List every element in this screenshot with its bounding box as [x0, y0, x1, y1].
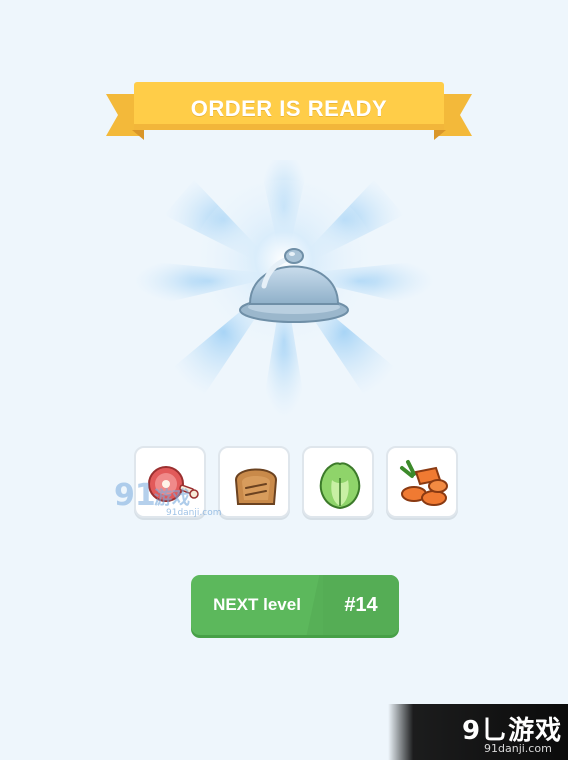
order-ready-banner: ORDER IS READY [104, 80, 474, 144]
watermark-number: 91 [114, 478, 156, 513]
ingredient-tile-bread [218, 446, 290, 518]
lettuce-icon [319, 462, 361, 510]
watermark-overlay: 91 游戏 91danji.com [114, 478, 224, 524]
corner-watermark: 9乚游戏 91danji.com [388, 704, 568, 760]
cloche-icon [239, 248, 349, 323]
watermark-text: 游戏 [154, 488, 190, 509]
bread-icon [234, 468, 278, 505]
level-number: #14 [323, 575, 399, 635]
carrot-icon [400, 460, 448, 506]
ingredient-tile-carrot [386, 446, 458, 518]
banner-title: ORDER IS READY [190, 96, 388, 121]
game-screen: ORDER IS READY 91 游戏 91danji.com #14 NEX… [0, 0, 568, 760]
next-level-label: NEXT level [213, 595, 301, 614]
watermark-url: 91danji.com [166, 508, 222, 518]
ingredient-tile-lettuce [302, 446, 374, 518]
corner-watermark-url: 91danji.com [484, 742, 552, 755]
next-level-button[interactable]: #14 NEXT level [191, 575, 399, 635]
